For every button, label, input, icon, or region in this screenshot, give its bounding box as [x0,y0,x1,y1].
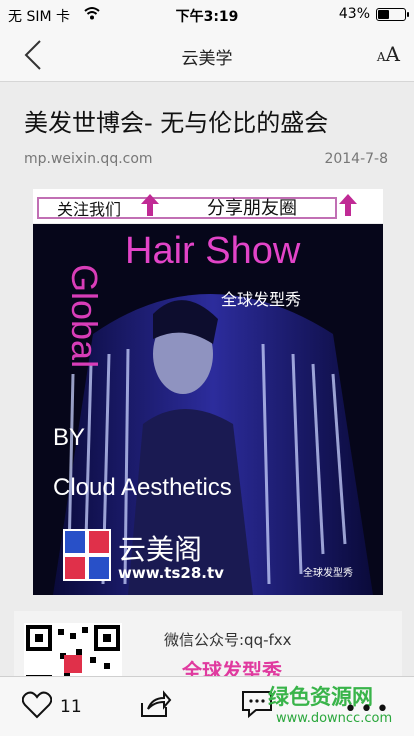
battery-fill [378,10,390,19]
poster-hair-show-title: Hair Show [125,230,301,272]
card-show-title: 全球发型秀 [182,659,282,676]
status-bar: 无 SIM 卡 下午3:19 43% [0,0,414,28]
arrow-up-icon [141,194,159,216]
share-moments-label: 分享朋友圈 [207,198,297,219]
article-date: 2014-7-8 [324,151,388,167]
arrow-up-icon [339,194,357,216]
qr-code-icon [24,623,122,676]
poster-url: www.ts28.tv [118,564,224,582]
font-size-button[interactable]: AA [377,42,400,66]
poster-by-text: BY [53,424,86,451]
page-title: 云美学 [181,49,233,69]
article-headline: 美发世博会- 无与伦比的盛会 [24,109,329,137]
font-big-label: A [385,42,400,66]
screen: 无 SIM 卡 下午3:19 43% 云美学 AA 美发世博会- 无与伦比的盛会… [0,0,414,736]
follow-share-banner[interactable]: 关注我们 分享朋友圈 [33,189,383,223]
article-meta: mp.weixin.qq.com 2014-7-8 [24,151,388,167]
bottom-toolbar: 11 绿色资源网 www.downcc.com ••• [0,676,414,736]
poster-brand: 云美阁 [118,533,203,566]
logo-figures-icon [63,529,111,581]
follow-label: 关注我们 [57,200,122,219]
more-button[interactable]: ••• [344,697,392,722]
share-icon[interactable] [138,689,172,719]
poster-cloud-aesthetics: Cloud Aesthetics [53,474,232,501]
font-small-label: A [376,50,386,64]
poster-subtitle: 全球发型秀 [221,290,302,309]
like-count: 11 [60,697,82,717]
wechat-account-label: 微信公众号:qq-fxx [164,631,292,649]
article-body[interactable]: 美发世博会- 无与伦比的盛会 mp.weixin.qq.com 2014-7-8… [0,83,414,676]
hair-show-poster[interactable]: Hair Show 全球发型秀 Global BY Cloud Aestheti… [33,224,383,595]
heart-icon[interactable] [22,691,52,719]
article-source[interactable]: mp.weixin.qq.com [24,151,153,167]
poster-global-text: Global [64,264,105,369]
battery-icon [376,8,409,21]
battery-percent: 43% [338,6,370,22]
nav-bar: 云美学 AA [0,28,414,82]
poster-watermark: 全球发型秀 [303,568,353,579]
account-card[interactable]: 微信公众号:qq-fxx 全球发型秀 [14,611,402,676]
